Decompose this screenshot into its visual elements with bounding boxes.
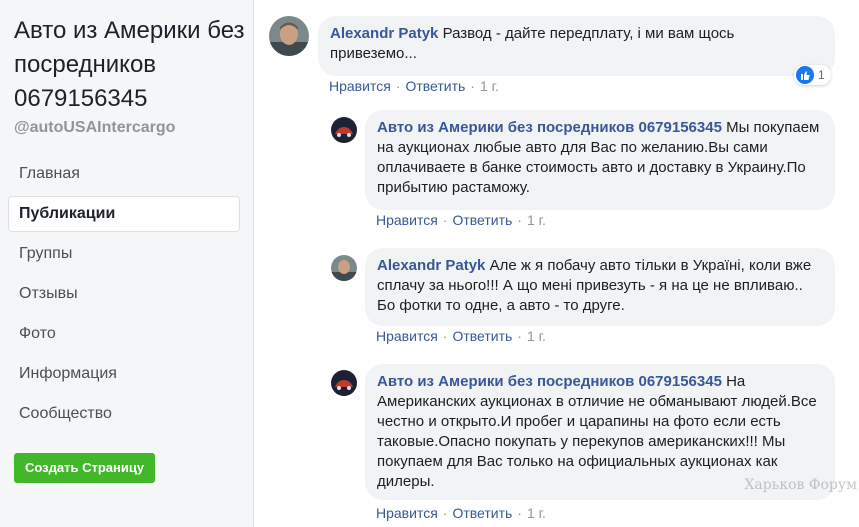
comment-time[interactable]: 1 г. (527, 212, 546, 228)
separator: · (470, 78, 475, 94)
reply-link[interactable]: Ответить (452, 212, 512, 228)
comment-actions: Нравится · Ответить · 1 г. (329, 78, 499, 94)
nav-item-groups[interactable]: Группы (8, 236, 240, 272)
comment-author[interactable]: Alexandr Patyk (377, 257, 485, 274)
comment-time[interactable]: 1 г. (480, 78, 499, 94)
separator: · (442, 505, 448, 521)
avatar[interactable] (331, 255, 357, 281)
comment-author[interactable]: Авто из Америки без посредников 06791563… (377, 373, 722, 390)
reply-link[interactable]: Ответить (452, 505, 512, 521)
create-page-button[interactable]: Создать Страницу (14, 453, 156, 483)
avatar[interactable] (269, 16, 309, 56)
thumbs-up-icon (796, 66, 814, 84)
like-link[interactable]: Нравится (329, 78, 391, 94)
comment-time[interactable]: 1 г. (527, 505, 546, 521)
person-avatar-icon (269, 16, 309, 56)
reply-link[interactable]: Ответить (405, 78, 465, 94)
like-link[interactable]: Нравится (376, 212, 438, 228)
separator: · (517, 328, 522, 344)
watermark: Харьков Форум (744, 477, 857, 493)
comment-time[interactable]: 1 г. (527, 328, 546, 344)
comment-author[interactable]: Alexandr Patyk (330, 25, 438, 42)
page-handle[interactable]: @autoUSAIntercargo (14, 119, 175, 137)
car-logo-icon (331, 370, 357, 396)
comment-bubble: Авто из Америки без посредников 06791563… (365, 110, 835, 210)
comment-bubble: Alexandr Patyk Але ж я побачу авто тільк… (365, 248, 835, 326)
person-avatar-icon (331, 255, 357, 281)
car-logo-icon (331, 117, 357, 143)
comment-text: На Американских аукционах в отличие не о… (377, 373, 817, 490)
reaction-count: 1 (818, 68, 825, 82)
separator: · (517, 212, 522, 228)
comment-actions: Нравится · Ответить · 1 г. (376, 328, 546, 344)
nav-item-home[interactable]: Главная (8, 156, 240, 192)
avatar[interactable] (331, 117, 357, 143)
comment-bubble: Alexandr Patyk Развод - дайте передплату… (318, 16, 835, 76)
page-sidebar: Авто из Америки без посредников 06791563… (0, 0, 254, 527)
comment-author[interactable]: Авто из Америки без посредников 06791563… (377, 119, 722, 136)
separator: · (395, 78, 401, 94)
like-link[interactable]: Нравится (376, 328, 438, 344)
separator: · (442, 328, 448, 344)
nav-item-community[interactable]: Сообщество (8, 396, 240, 432)
comment-actions: Нравится · Ответить · 1 г. (376, 505, 546, 521)
comments-area: Alexandr Patyk Развод - дайте передплату… (254, 0, 859, 527)
nav-item-photos[interactable]: Фото (8, 316, 240, 352)
nav-item-posts[interactable]: Публикации (8, 196, 240, 232)
avatar[interactable] (331, 370, 357, 396)
separator: · (517, 505, 522, 521)
page-nav: Главная Публикации Группы Отзывы Фото Ин… (8, 156, 240, 436)
nav-item-about[interactable]: Информация (8, 356, 240, 392)
page-title[interactable]: Авто из Америки без посредников 06791563… (14, 14, 249, 116)
comment-actions: Нравится · Ответить · 1 г. (376, 212, 546, 228)
like-link[interactable]: Нравится (376, 505, 438, 521)
separator: · (442, 212, 448, 228)
nav-item-reviews[interactable]: Отзывы (8, 276, 240, 312)
reply-link[interactable]: Ответить (452, 328, 512, 344)
reaction-badge[interactable]: 1 (794, 65, 831, 85)
